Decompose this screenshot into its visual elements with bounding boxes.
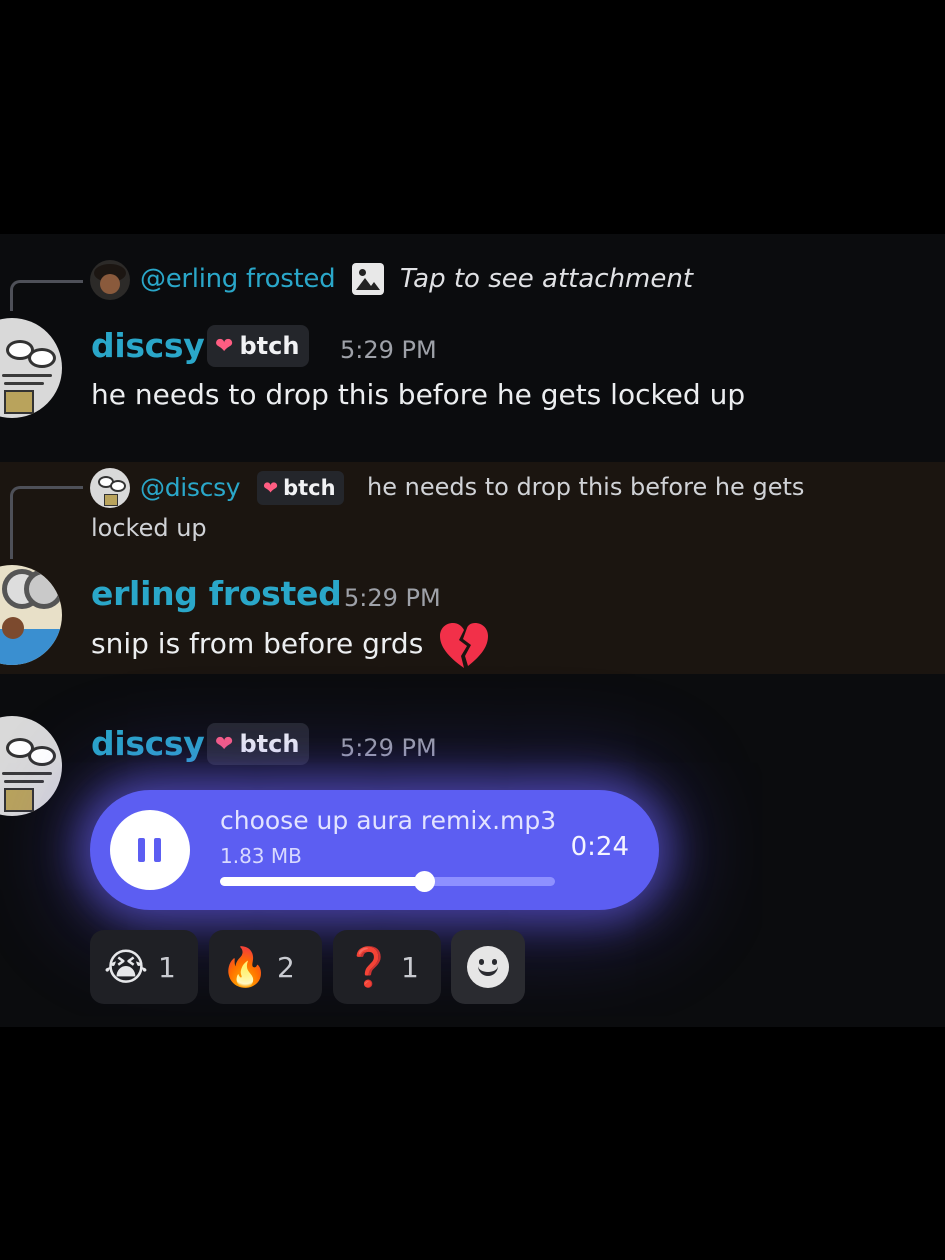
- audio-duration: 0:24: [570, 832, 629, 862]
- avatar[interactable]: [0, 565, 62, 665]
- crying-emoji-icon: 😭: [103, 945, 149, 989]
- message-timestamp: 5:29 PM: [340, 734, 437, 762]
- reply-text-continued[interactable]: locked up: [91, 514, 207, 542]
- smiley-icon: [467, 946, 509, 988]
- avatar[interactable]: [0, 318, 62, 418]
- audio-filesize: 1.83 MB: [220, 844, 302, 868]
- audio-filename[interactable]: choose up aura remix.mp3: [220, 806, 556, 835]
- audio-player: choose up aura remix.mp3 1.83 MB 0:24: [90, 790, 659, 910]
- badge-label: btch: [283, 476, 336, 500]
- message-timestamp: 5:29 PM: [344, 584, 441, 612]
- pause-icon-bar: [154, 838, 161, 862]
- chat-area: @erling frosted Tap to see attachment di…: [0, 234, 945, 1027]
- role-badge[interactable]: ❤ btch: [257, 471, 344, 505]
- reply-text[interactable]: he needs to drop this before he gets: [367, 473, 804, 501]
- reaction-count: 1: [158, 950, 176, 984]
- broken-heart-emoji: [440, 623, 488, 668]
- reaction-fire[interactable]: 🔥 2: [209, 930, 322, 1004]
- reply-avatar[interactable]: [90, 260, 130, 300]
- add-reaction-button[interactable]: [451, 930, 525, 1004]
- avatar[interactable]: [0, 716, 62, 816]
- reply-connector: [10, 280, 83, 311]
- reply-avatar[interactable]: [90, 468, 130, 508]
- audio-scrubber-handle[interactable]: [414, 871, 436, 892]
- pause-icon: [138, 838, 145, 862]
- reply-username[interactable]: @discsy: [140, 473, 241, 502]
- heart-icon: ❤: [215, 333, 234, 359]
- heart-icon: ❤: [263, 477, 279, 499]
- badge-label: btch: [239, 332, 300, 360]
- message-username[interactable]: discsy: [91, 724, 205, 763]
- audio-progress-fill: [220, 877, 425, 886]
- pause-button[interactable]: [110, 810, 190, 890]
- message-username[interactable]: discsy: [91, 326, 205, 365]
- role-badge[interactable]: ❤ btch: [207, 325, 310, 367]
- image-icon: [352, 263, 384, 295]
- audio-progress-track[interactable]: [220, 871, 555, 892]
- role-badge[interactable]: ❤ btch: [207, 723, 310, 765]
- message-text: he needs to drop this before he gets loc…: [91, 378, 746, 411]
- reaction-crying[interactable]: 😭 1: [90, 930, 198, 1004]
- reaction-question[interactable]: ❓ 1: [333, 930, 441, 1004]
- badge-label: btch: [239, 730, 300, 758]
- reply-attachment-text[interactable]: Tap to see attachment: [400, 264, 693, 294]
- message-timestamp: 5:29 PM: [340, 336, 437, 364]
- message-text: snip is from before grds: [91, 627, 424, 660]
- message-username[interactable]: erling frosted: [91, 574, 342, 613]
- reply-connector: [10, 486, 83, 559]
- heart-icon: ❤: [215, 731, 234, 757]
- question-emoji-icon: ❓: [345, 944, 393, 989]
- reaction-count: 1: [401, 950, 419, 984]
- reaction-count: 2: [277, 950, 295, 984]
- reply-username[interactable]: @erling frosted: [140, 264, 336, 294]
- fire-emoji-icon: 🔥: [221, 944, 269, 989]
